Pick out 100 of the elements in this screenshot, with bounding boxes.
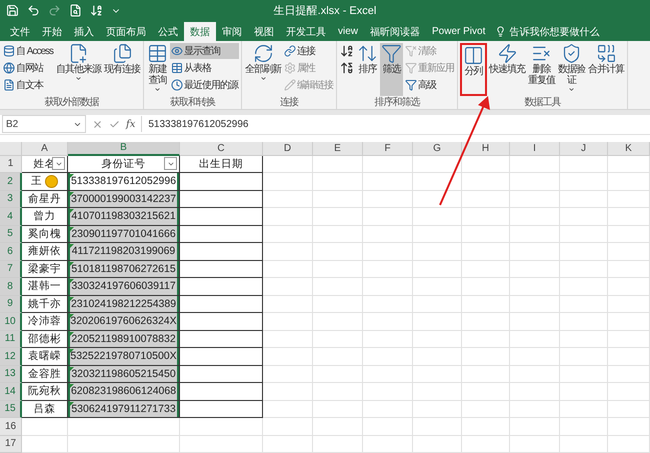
ribbon-small-button[interactable]: 自 Access bbox=[2, 43, 54, 60]
ribbon-icon bbox=[112, 43, 133, 64]
column-header[interactable]: G bbox=[413, 142, 462, 156]
table-cell: 620823198606124068 bbox=[68, 383, 180, 400]
table-cell: 吕森 bbox=[22, 400, 68, 418]
ribbon-button[interactable]: 新建 查询 bbox=[146, 43, 170, 96]
table-cell: 530624197911271733 bbox=[68, 400, 180, 418]
sort-icon[interactable] bbox=[90, 4, 103, 18]
row-header[interactable]: 16 bbox=[0, 418, 22, 436]
row-header[interactable]: 8 bbox=[0, 278, 22, 296]
enter-icon[interactable] bbox=[109, 118, 120, 130]
ribbon-small-button[interactable]: 显示查询 bbox=[170, 43, 240, 60]
row-header[interactable]: 5 bbox=[0, 226, 22, 243]
ribbon-icon bbox=[596, 43, 617, 64]
ribbon-tab[interactable]: 视图 bbox=[248, 22, 280, 42]
name-box[interactable]: B2 bbox=[2, 115, 86, 134]
ribbon-tab[interactable]: 审阅 bbox=[216, 22, 248, 42]
ribbon-button[interactable]: 现有连接 bbox=[103, 43, 142, 96]
row-header[interactable]: 6 bbox=[0, 243, 22, 260]
row-header[interactable]: 10 bbox=[0, 313, 22, 330]
sort-ascending-button[interactable] bbox=[339, 43, 356, 60]
table-cell: 330324197606039117 bbox=[68, 278, 180, 296]
ribbon-small-button[interactable]: 自网站 bbox=[2, 60, 54, 76]
row-header[interactable]: 13 bbox=[0, 366, 22, 383]
ribbon-icon bbox=[496, 43, 518, 64]
column-header[interactable]: I bbox=[510, 142, 560, 156]
row-header[interactable]: 2 bbox=[0, 173, 22, 190]
ribbon-button[interactable]: 排序 bbox=[356, 43, 380, 96]
ribbon-small-icon bbox=[3, 45, 15, 58]
ribbon-tab[interactable]: 页面布局 bbox=[100, 22, 152, 42]
table-cell: 320321198605215450 bbox=[68, 366, 180, 383]
ribbon-button[interactable]: 全部刷新 bbox=[244, 43, 282, 96]
ribbon-small-button[interactable]: 最近使用的源 bbox=[170, 77, 240, 94]
row-header[interactable]: 3 bbox=[0, 190, 22, 208]
warning-icon[interactable] bbox=[45, 174, 58, 188]
row-header[interactable]: 11 bbox=[0, 330, 22, 348]
column-header[interactable]: J bbox=[560, 142, 608, 156]
row-header[interactable]: 1 bbox=[0, 156, 22, 173]
row-header[interactable]: 12 bbox=[0, 348, 22, 366]
ribbon-small-icon bbox=[405, 62, 418, 74]
tell-me-field[interactable]: 告诉我你想要做什么 bbox=[491, 22, 604, 42]
table-cell: 370000199003142237 bbox=[68, 190, 180, 208]
row-header[interactable]: 4 bbox=[0, 208, 22, 226]
ribbon-tab[interactable]: 公式 bbox=[152, 22, 184, 42]
ribbon-icon bbox=[147, 43, 168, 64]
column-header[interactable]: D bbox=[263, 142, 313, 156]
ribbon-small-icon bbox=[3, 79, 15, 92]
table-cell: 身份证号 bbox=[68, 156, 180, 173]
ribbon-button[interactable]: 快速填充 bbox=[488, 43, 526, 96]
table-cell: 曾力 bbox=[22, 208, 68, 226]
column-header[interactable]: K bbox=[608, 142, 650, 156]
ribbon-small-button[interactable]: 自文本 bbox=[2, 77, 54, 94]
ribbon-tab[interactable]: 数据 bbox=[184, 22, 216, 42]
insert-function-button[interactable]: fx bbox=[126, 118, 136, 130]
column-header[interactable]: A bbox=[22, 142, 68, 156]
print-preview-icon[interactable] bbox=[69, 4, 82, 18]
column-header[interactable]: C bbox=[180, 142, 263, 156]
table-cell: 411721198203199069 bbox=[68, 243, 180, 260]
ribbon-button[interactable]: 自其他来源 bbox=[55, 43, 102, 96]
table-cell: 雍妍依 bbox=[22, 243, 68, 260]
group-label: 获取外部数据 bbox=[44, 96, 100, 109]
row-header[interactable]: 7 bbox=[0, 260, 22, 278]
column-header[interactable]: B bbox=[68, 142, 180, 156]
undo-icon[interactable] bbox=[27, 4, 40, 18]
filter-dropdown-button[interactable] bbox=[164, 157, 177, 170]
column-header[interactable]: F bbox=[363, 142, 413, 156]
sort-ascending-icon bbox=[340, 44, 354, 58]
table-cell: 32020619760626324X bbox=[68, 313, 180, 330]
ribbon-button[interactable]: 合并计算 bbox=[587, 43, 626, 96]
table-cell: 邵德彬 bbox=[22, 330, 68, 348]
ribbon-button[interactable]: 删除 重复值 bbox=[527, 43, 556, 96]
row-header[interactable]: 14 bbox=[0, 383, 22, 400]
ribbon-tab[interactable]: 插入 bbox=[68, 22, 100, 42]
ribbon-tab[interactable]: 福昕阅读器 bbox=[364, 22, 426, 42]
save-icon[interactable] bbox=[6, 4, 19, 18]
row-header[interactable]: 15 bbox=[0, 400, 22, 418]
table-cell: 金容胜 bbox=[22, 366, 68, 383]
ribbon-tab[interactable]: view bbox=[332, 22, 364, 42]
ribbon-tab[interactable]: 开发工具 bbox=[280, 22, 332, 42]
table-cell: 阮宛秋 bbox=[22, 383, 68, 400]
filter-dropdown-button[interactable] bbox=[52, 157, 65, 170]
ribbon-small-button[interactable]: 连接 bbox=[283, 43, 334, 60]
table-cell: 俞星丹 bbox=[22, 190, 68, 208]
ribbon-button[interactable]: 分列 bbox=[462, 45, 486, 94]
row-header[interactable]: 9 bbox=[0, 296, 22, 313]
ribbon-tab[interactable]: 开始 bbox=[36, 22, 68, 42]
cancel-icon[interactable] bbox=[92, 118, 103, 130]
formula-field[interactable]: 513338197612052996 bbox=[141, 116, 650, 132]
ribbon-small-button[interactable]: 从表格 bbox=[170, 60, 240, 76]
row-header[interactable]: 17 bbox=[0, 436, 22, 453]
ribbon-icon bbox=[252, 43, 274, 64]
ribbon-button[interactable]: 筛选 bbox=[380, 43, 404, 96]
ribbon-small-icon bbox=[284, 45, 296, 58]
ribbon-button[interactable]: 数据验 证 bbox=[557, 43, 586, 96]
ribbon-small-button[interactable]: 高级 bbox=[404, 77, 456, 94]
dropdown-caret-icon bbox=[75, 75, 82, 82]
ribbon-tab[interactable]: Power Pivot bbox=[426, 22, 492, 42]
column-header[interactable]: E bbox=[313, 142, 363, 156]
group-label: 连接 bbox=[279, 96, 300, 109]
ribbon-tab[interactable]: 文件 bbox=[4, 22, 36, 42]
